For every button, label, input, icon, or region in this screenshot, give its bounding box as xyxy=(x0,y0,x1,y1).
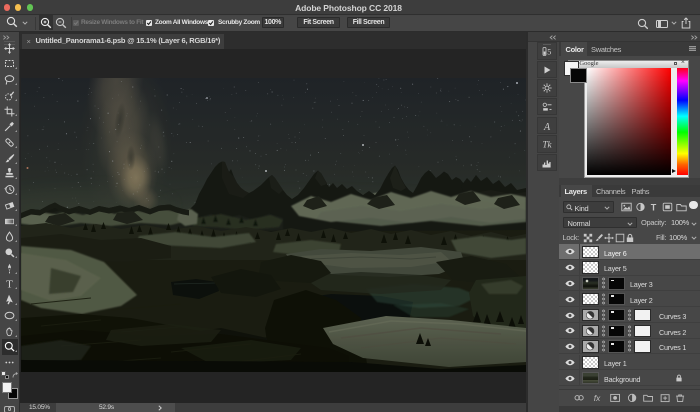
svg-text:T: T xyxy=(6,279,13,290)
svg-text:fx: fx xyxy=(594,393,601,403)
svg-text:5: 5 xyxy=(547,48,551,57)
svg-text:A: A xyxy=(543,121,551,131)
svg-text:T: T xyxy=(651,203,657,213)
svg-text:Tk: Tk xyxy=(543,139,553,149)
